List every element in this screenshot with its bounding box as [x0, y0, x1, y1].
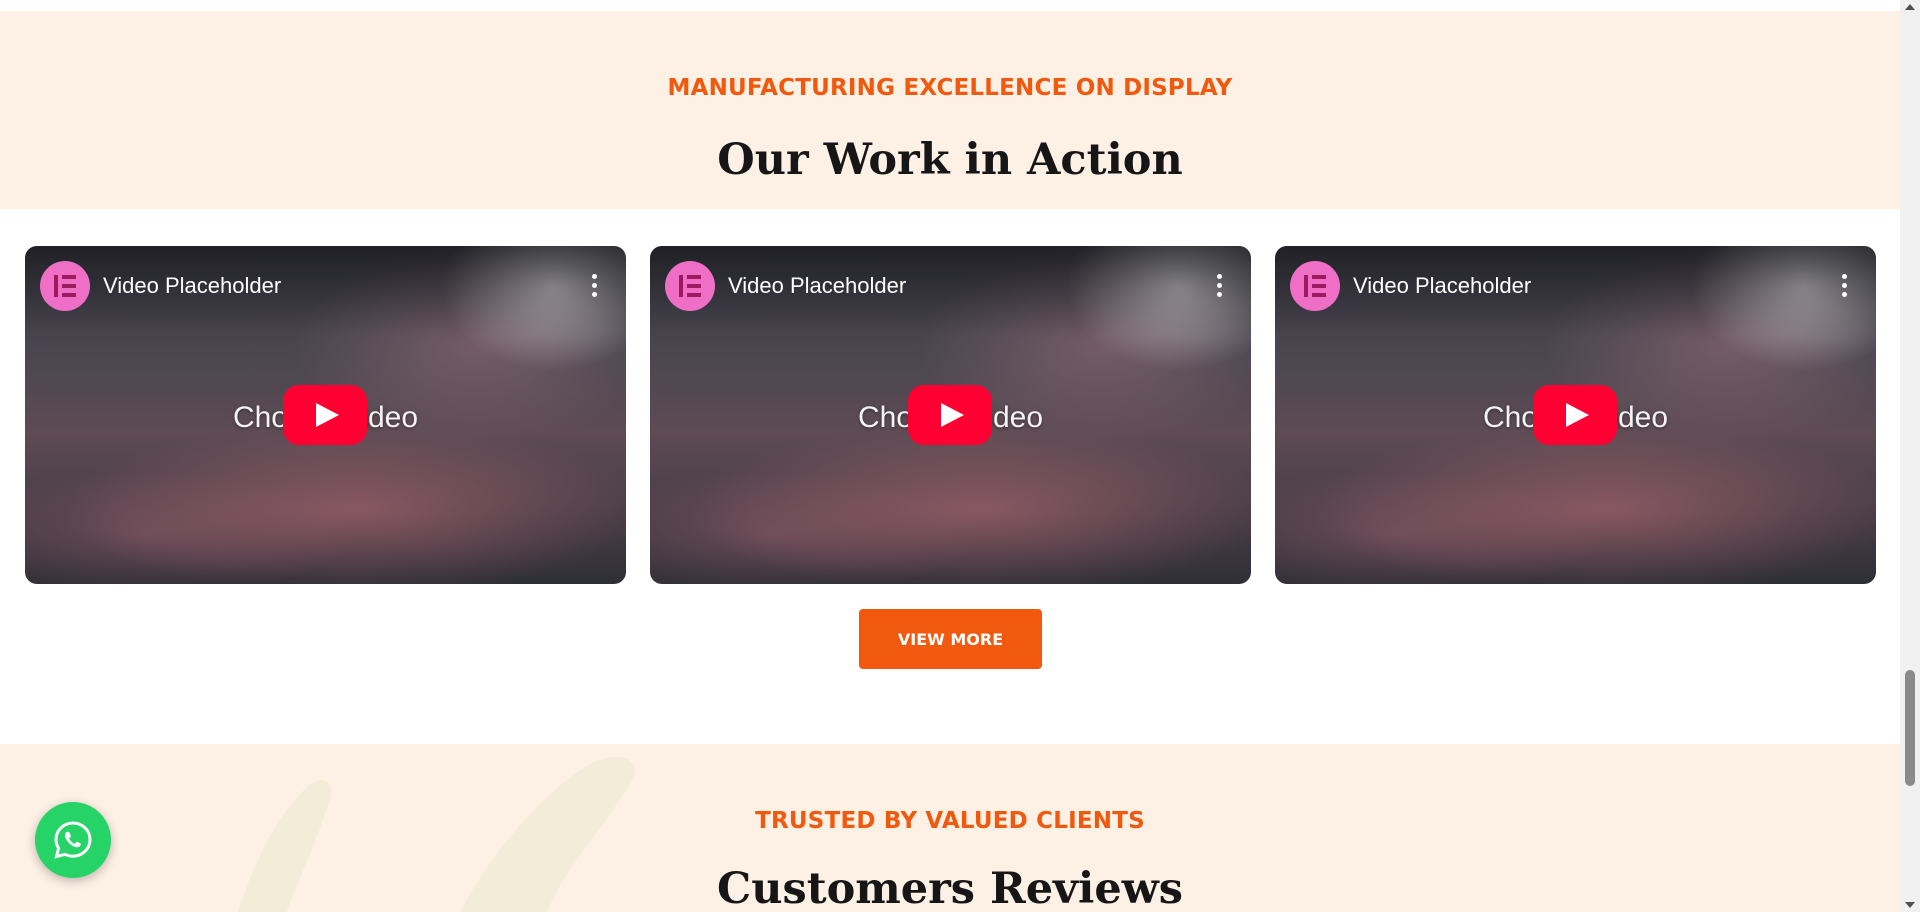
work-heading: Our Work in Action [717, 135, 1183, 185]
more-vertical-icon[interactable] [1842, 274, 1848, 298]
whatsapp-icon [54, 821, 92, 859]
reviews-heading: Customers Reviews [717, 864, 1183, 912]
youtube-play-icon[interactable] [1533, 385, 1617, 445]
elementor-logo-icon[interactable] [1290, 261, 1340, 311]
reviews-eyebrow: TRUSTED BY VALUED CLIENTS [755, 808, 1145, 834]
scrollbar-thumb[interactable] [1905, 670, 1915, 786]
reviews-section: TRUSTED BY VALUED CLIENTS Customers Revi… [0, 744, 1900, 912]
elementor-logo-icon[interactable] [665, 261, 715, 311]
scroll-up-arrow-icon[interactable] [1905, 4, 1915, 10]
whatsapp-button[interactable] [35, 802, 111, 878]
work-section-header: MANUFACTURING EXCELLENCE ON DISPLAY Our … [0, 11, 1900, 209]
elementor-logo-icon[interactable] [40, 261, 90, 311]
video-card[interactable]: Video Placeholder Choos r video [25, 246, 626, 584]
youtube-play-icon[interactable] [908, 385, 992, 445]
page-scrollbar[interactable] [1900, 0, 1920, 912]
page: MANUFACTURING EXCELLENCE ON DISPLAY Our … [0, 0, 1900, 912]
video-title[interactable]: Video Placeholder [103, 273, 281, 299]
video-card[interactable]: Video Placeholder Choos r video [1275, 246, 1876, 584]
video-gallery: Video Placeholder Choos r video Video Pl… [25, 246, 1876, 584]
view-more-button[interactable]: VIEW MORE [859, 609, 1042, 669]
more-vertical-icon[interactable] [592, 274, 598, 298]
video-title[interactable]: Video Placeholder [728, 273, 906, 299]
youtube-play-icon[interactable] [283, 385, 367, 445]
more-vertical-icon[interactable] [1217, 274, 1223, 298]
video-card[interactable]: Video Placeholder Choos r video [650, 246, 1251, 584]
work-eyebrow: MANUFACTURING EXCELLENCE ON DISPLAY [667, 75, 1233, 101]
video-title[interactable]: Video Placeholder [1353, 273, 1531, 299]
scroll-down-arrow-icon[interactable] [1905, 902, 1915, 908]
